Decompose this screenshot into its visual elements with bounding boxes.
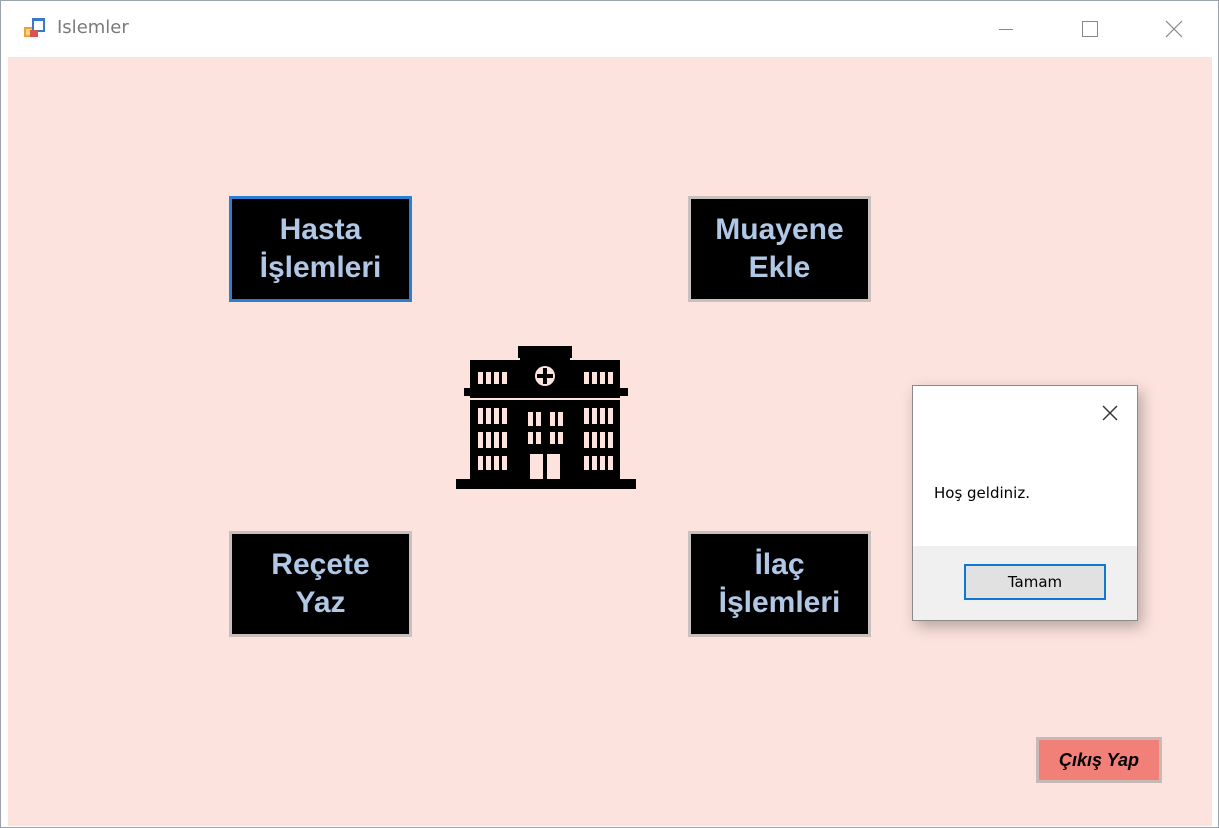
recete-yaz-button[interactable]: Reçete Yaz xyxy=(229,531,412,637)
minimize-icon xyxy=(999,29,1013,30)
muayene-ekle-label: Muayene Ekle xyxy=(691,199,868,299)
hospital-building-icon xyxy=(456,346,636,489)
app-window: Islemler Hasta İşlemleri Muayene Ekle Re… xyxy=(0,0,1219,828)
muayene-ekle-button[interactable]: Muayene Ekle xyxy=(688,196,871,302)
dialog-footer: Tamam xyxy=(913,546,1137,620)
maximize-icon xyxy=(1082,21,1098,37)
recete-yaz-label: Reçete Yaz xyxy=(232,534,409,634)
dialog-message: Hoş geldiniz. xyxy=(934,484,1030,502)
app-icon xyxy=(24,18,45,37)
ilac-islemleri-button[interactable]: İlaç İşlemleri xyxy=(688,531,871,637)
hasta-islemleri-button[interactable]: Hasta İşlemleri xyxy=(229,196,412,302)
close-button[interactable] xyxy=(1139,1,1209,57)
close-icon xyxy=(1102,405,1118,421)
minimize-button[interactable] xyxy=(971,1,1041,57)
ok-button[interactable]: Tamam xyxy=(964,564,1106,600)
exit-button[interactable]: Çıkış Yap xyxy=(1036,737,1162,783)
welcome-dialog: Hoş geldiniz. Tamam xyxy=(912,385,1138,621)
title-bar[interactable]: Islemler xyxy=(1,1,1218,57)
close-icon xyxy=(1165,20,1183,38)
ilac-islemleri-label: İlaç İşlemleri xyxy=(691,534,868,634)
dialog-close-button[interactable] xyxy=(1097,400,1123,426)
window-title: Islemler xyxy=(57,17,129,38)
maximize-button[interactable] xyxy=(1055,1,1125,57)
hasta-islemleri-label: Hasta İşlemleri xyxy=(232,199,409,299)
